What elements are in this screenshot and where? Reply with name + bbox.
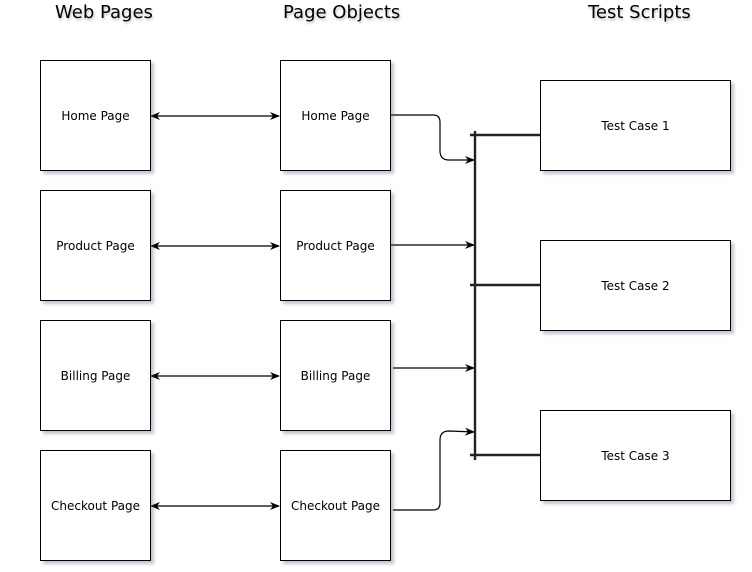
wire-home-po <box>391 114 475 164</box>
test-case-box: Test Case 3 <box>540 410 731 501</box>
web-page-label: Home Page <box>61 108 130 123</box>
test-case-label: Test Case 1 <box>601 118 670 133</box>
page-object-label: Billing Page <box>300 368 371 383</box>
page-object-label: Home Page <box>301 108 370 123</box>
test-case-box: Test Case 1 <box>540 80 731 171</box>
page-object-box: Product Page <box>280 190 391 301</box>
test-case-box: Test Case 2 <box>540 240 731 331</box>
web-page-label: Billing Page <box>60 368 131 383</box>
page-object-box: Home Page <box>280 60 391 171</box>
page-object-label: Checkout Page <box>290 498 380 513</box>
page-object-box: Checkout Page <box>280 450 391 561</box>
test-case-label: Test Case 3 <box>601 448 670 463</box>
web-page-box: Checkout Page <box>40 450 151 561</box>
web-page-label: Checkout Page <box>50 498 140 513</box>
web-page-box: Billing Page <box>40 320 151 431</box>
page-object-label: Product Page <box>296 238 375 253</box>
wire-checkout-po <box>393 427 475 511</box>
web-page-label: Product Page <box>56 238 135 253</box>
web-page-box: Home Page <box>40 60 151 171</box>
page-object-box: Billing Page <box>280 320 391 431</box>
web-page-box: Product Page <box>40 190 151 301</box>
test-case-label: Test Case 2 <box>601 278 670 293</box>
